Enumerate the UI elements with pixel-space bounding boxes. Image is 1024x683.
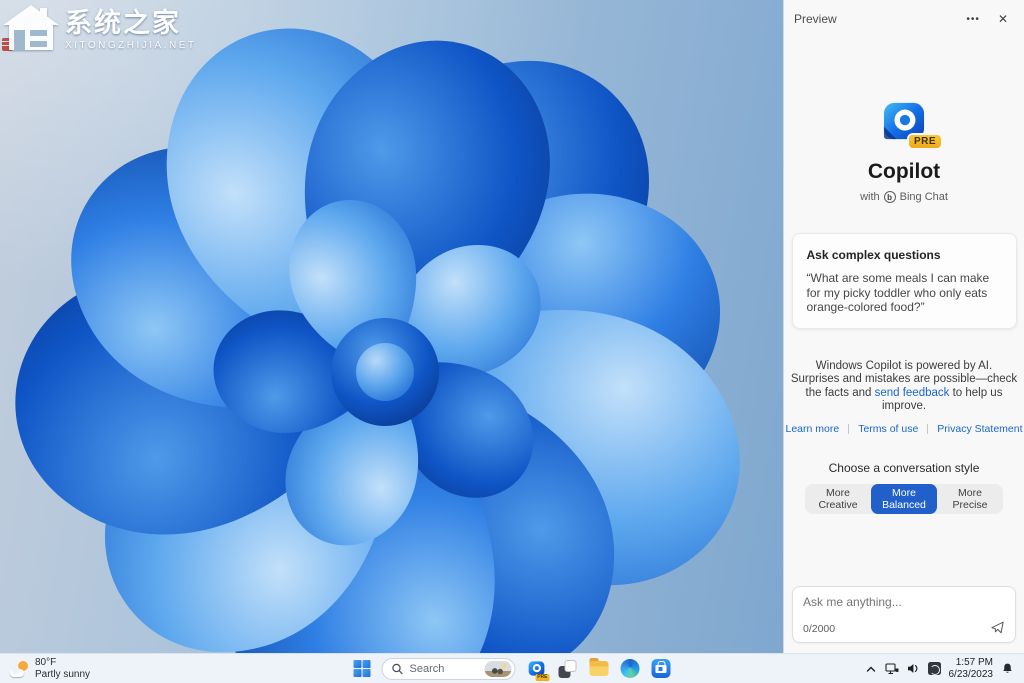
sync-status-icon[interactable] [927, 662, 941, 675]
chat-input-box[interactable]: 0/2000 [792, 586, 1016, 643]
close-icon[interactable]: ✕ [988, 10, 1012, 28]
site-watermark: 系统之家 XITONGZHIJIA.NET [2, 4, 197, 52]
pre-mini-badge: PRE [535, 673, 550, 681]
network-icon[interactable] [884, 662, 899, 675]
character-counter: 0/2000 [803, 623, 836, 635]
taskbar-center: PRE [353, 654, 671, 683]
desktop-wallpaper: 系统之家 XITONGZHIJIA.NET [0, 0, 783, 653]
send-button[interactable] [990, 620, 1005, 635]
watermark-subtitle: XITONGZHIJIA.NET [65, 40, 197, 51]
send-feedback-link[interactable]: send feedback [875, 387, 950, 399]
copilot-tagline: with b Bing Chat [860, 191, 948, 203]
weather-widget[interactable]: 80°F Partly sunny [10, 657, 90, 680]
terms-of-use-link[interactable]: Terms of use [858, 423, 918, 435]
notification-bell-icon[interactable] [1001, 662, 1014, 675]
learn-more-link[interactable]: Learn more [785, 423, 839, 435]
conversation-style-label: Choose a conversation style [828, 460, 980, 475]
copilot-logo: PRE [881, 100, 941, 148]
microsoft-store-icon[interactable] [651, 659, 671, 679]
task-view-icon[interactable] [558, 659, 578, 679]
clock-time: 1:57 PM [955, 656, 993, 668]
suggestion-card-title: Ask complex questions [806, 248, 941, 262]
more-options-icon[interactable]: ••• [958, 12, 988, 27]
screen: 系统之家 XITONGZHIJIA.NET Preview ••• ✕ PRE … [0, 0, 1024, 683]
watermark-house-icon [3, 5, 59, 50]
search-highlight-image[interactable] [484, 660, 512, 677]
preview-label: Preview [794, 12, 837, 26]
style-more-creative-button[interactable]: More Creative [805, 484, 871, 514]
volume-icon[interactable] [907, 663, 920, 674]
clock-date: 6/23/2023 [948, 668, 994, 680]
copilot-app-name: Copilot [867, 160, 941, 183]
search-box[interactable] [381, 657, 516, 680]
suggestion-card[interactable]: Ask complex questions “What are some mea… [791, 233, 1017, 329]
taskbar: 80°F Partly sunny PRE [0, 653, 1024, 683]
clock[interactable]: 1:57 PM 6/23/2023 [949, 657, 994, 681]
tagline-prefix: with [860, 191, 880, 203]
system-tray: 1:57 PM 6/23/2023 [865, 657, 1015, 681]
send-icon [991, 621, 1004, 634]
search-input[interactable] [409, 662, 479, 675]
style-more-balanced-button[interactable]: More Balanced [871, 483, 937, 514]
search-icon [392, 663, 403, 674]
partly-sunny-icon [10, 660, 28, 677]
hidden-icons-chevron[interactable] [865, 664, 877, 674]
copilot-taskbar-icon[interactable]: PRE [527, 659, 550, 681]
suggestion-card-quote: “What are some meals I can make for my p… [806, 271, 990, 315]
copilot-header: Preview ••• ✕ [784, 0, 1024, 28]
copilot-panel: Preview ••• ✕ PRE Copilot with b Bing Ch… [783, 0, 1024, 653]
weather-condition: Partly sunny [35, 668, 91, 680]
tagline-brand: Bing Chat [899, 191, 948, 203]
edge-browser-icon[interactable] [620, 659, 640, 679]
bloom-wallpaper-art [0, 0, 769, 653]
conversation-style-picker: More Creative More Balanced More Precise [805, 483, 1003, 514]
link-divider [848, 423, 850, 434]
start-button[interactable] [353, 660, 371, 677]
file-explorer-icon[interactable] [589, 658, 609, 679]
chat-input[interactable] [803, 595, 1005, 609]
bing-icon: b [883, 191, 896, 203]
ai-disclaimer: Windows Copilot is powered by AI. Surpri… [790, 360, 1018, 414]
link-divider [927, 423, 929, 434]
watermark-title: 系统之家 [65, 8, 181, 38]
style-more-precise-button[interactable]: More Precise [937, 484, 1003, 514]
weather-temp: 80°F [35, 657, 57, 668]
pre-badge: PRE [908, 135, 941, 148]
privacy-statement-link[interactable]: Privacy Statement [937, 423, 1022, 435]
footer-links: Learn more Terms of use Privacy Statemen… [785, 423, 1022, 435]
